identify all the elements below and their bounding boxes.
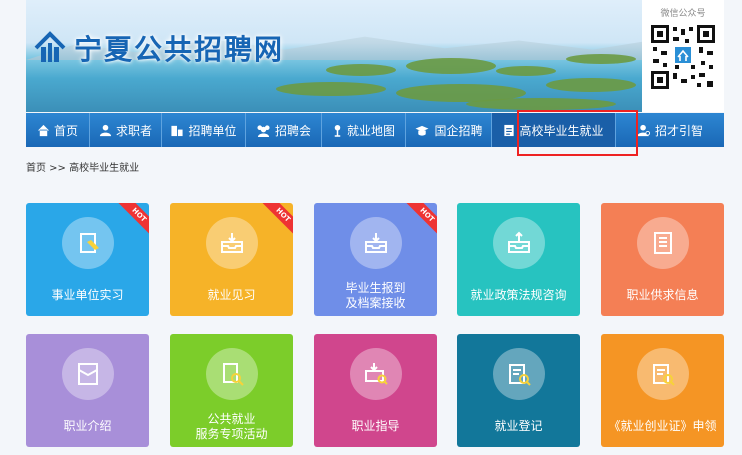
tile-icon-circle [206, 348, 258, 400]
tile-label: 就业见习 [207, 288, 256, 302]
highlight-box [517, 110, 638, 156]
tile-icon-circle [62, 217, 114, 269]
tile-label: 就业登记 [494, 419, 543, 433]
breadcrumb: 首页 >> 高校毕业生就业 [26, 163, 140, 174]
document-pencil-icon [80, 233, 99, 253]
header-banner: 宁夏公共招聘网 [26, 0, 642, 112]
service-tile[interactable]: 职业介绍 [26, 334, 149, 447]
tile-label: 职业指导 [351, 419, 400, 433]
graduation-cap-icon [415, 125, 429, 136]
tile-icon-circle [493, 217, 545, 269]
list-search-icon [653, 364, 675, 386]
service-tile[interactable]: 就业登记 [457, 334, 580, 447]
service-tile[interactable]: 就业政策法规咨询 [457, 203, 580, 316]
site-title: 宁夏公共招聘网 [74, 33, 285, 66]
document-search-icon [223, 363, 244, 386]
tile-icon-circle [493, 348, 545, 400]
document-icon [504, 124, 515, 136]
nav-job-fair[interactable]: 招聘会 [246, 113, 322, 147]
map-pin-icon [334, 124, 341, 137]
list-search-icon [509, 364, 531, 386]
nav-label: 招聘会 [274, 123, 311, 138]
building-icon [171, 125, 184, 136]
tile-icon-circle [637, 217, 689, 269]
user-icon [99, 124, 112, 136]
nav-home[interactable]: 首页 [26, 113, 90, 147]
site-logo[interactable]: 宁夏公共招聘网 [32, 28, 284, 68]
nav-employment-map[interactable]: 就业地图 [322, 113, 406, 147]
nav-label: 首页 [53, 123, 78, 138]
tile-label: 公共就业 服务专项活动 [195, 411, 268, 441]
inbox-tray-icon [221, 233, 243, 253]
qr-code-icon [651, 25, 715, 89]
tile-label: 职业介绍 [63, 419, 112, 433]
wechat-qr-panel: 微信公众号 [642, 0, 724, 112]
service-tile[interactable]: 《就业创业证》申领 [601, 334, 724, 447]
tile-icon-circle [62, 348, 114, 400]
talent-icon [637, 124, 651, 136]
service-tile[interactable]: 职业指导 [314, 334, 437, 447]
service-tile[interactable]: 毕业生报到 及档案接收 HOT [314, 203, 437, 316]
hot-badge: HOT [405, 203, 437, 237]
service-tile[interactable]: 职业供求信息 [601, 203, 724, 316]
qr-label: 微信公众号 [660, 9, 706, 19]
hot-badge: HOT [261, 203, 293, 237]
home-icon [37, 124, 50, 136]
tile-label: 《就业创业证》申领 [608, 419, 717, 433]
list-document-icon [654, 232, 672, 254]
upload-tray-icon [508, 231, 530, 253]
tile-label: 事业单位实习 [51, 288, 124, 302]
tile-icon-circle [350, 217, 402, 269]
service-tile[interactable]: 事业单位实习 HOT [26, 203, 149, 316]
tile-icon-circle [350, 348, 402, 400]
tile-label: 就业政策法规咨询 [470, 288, 567, 302]
hot-badge: HOT [117, 203, 149, 237]
tile-label: 毕业生报到 及档案接收 [345, 280, 406, 310]
nav-label: 求职者 [115, 123, 152, 138]
tray-search-icon [365, 363, 388, 385]
nav-label: 招才引智 [654, 123, 703, 138]
nav-label: 国企招聘 [434, 123, 483, 138]
inbox-tray-icon [365, 233, 387, 253]
logo-house-icon [32, 30, 68, 66]
group-icon [257, 124, 270, 137]
service-tile[interactable]: 公共就业 服务专项活动 [170, 334, 293, 447]
nav-label: 招聘单位 [188, 123, 237, 138]
envelope-icon [78, 363, 98, 385]
nav-job-seeker[interactable]: 求职者 [90, 113, 162, 147]
tile-label: 职业供求信息 [626, 288, 699, 302]
nav-label: 就业地图 [346, 123, 395, 138]
nav-soe-recruitment[interactable]: 国企招聘 [406, 113, 492, 147]
tile-icon-circle [206, 217, 258, 269]
service-tile[interactable]: 就业见习 HOT [170, 203, 293, 316]
nav-employer[interactable]: 招聘单位 [162, 113, 246, 147]
tile-icon-circle [637, 348, 689, 400]
